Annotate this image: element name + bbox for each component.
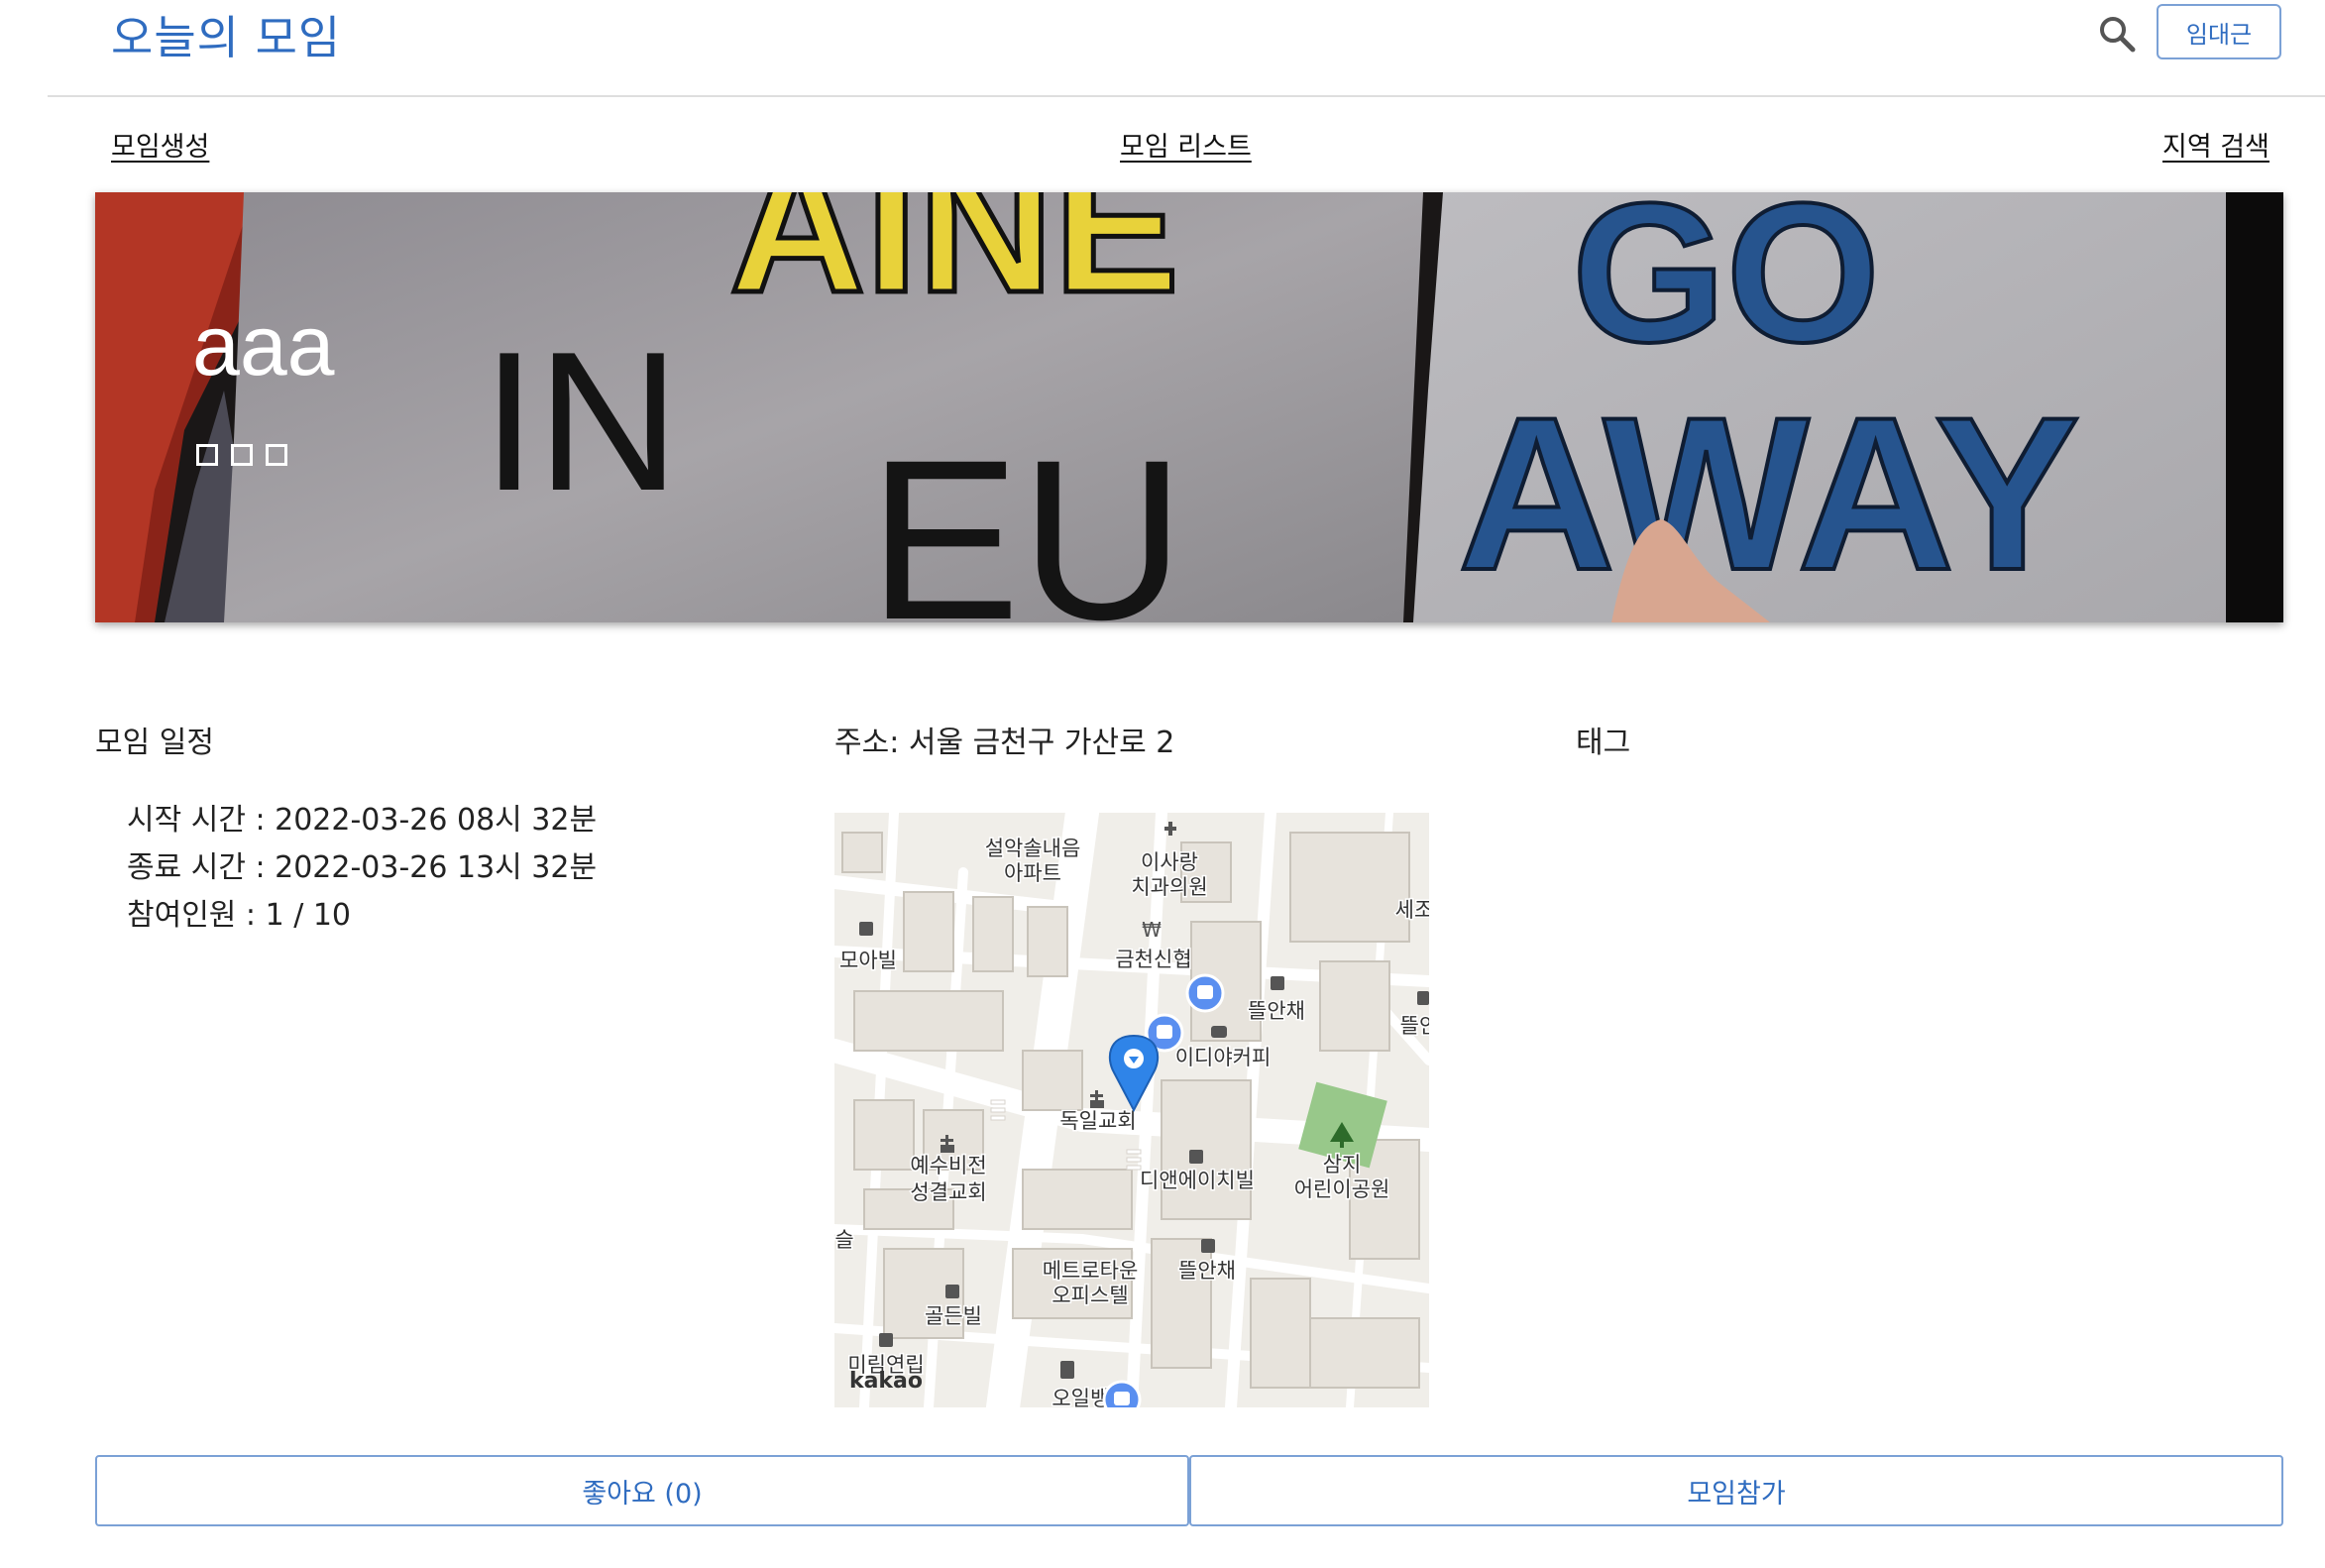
poi-ttul2[interactable]: 뜰안채: [1177, 1258, 1238, 1285]
bank-icon: ₩: [1142, 918, 1162, 942]
poi-ttul1[interactable]: 뜰안채: [1247, 998, 1307, 1025]
poi-samji[interactable]: 삼지: [1321, 1152, 1363, 1178]
building-icon: [879, 1333, 893, 1347]
map-brand-logo: kakao: [849, 1369, 923, 1394]
meeting-title: aaa: [192, 298, 335, 393]
building-icon: [1189, 1150, 1203, 1164]
building-icon: [945, 1285, 959, 1298]
poi-golden[interactable]: 골든빌: [924, 1303, 984, 1330]
banner-photo: AINE IN EU GO AWAY: [95, 192, 2283, 622]
poi-office[interactable]: 오피스텔: [1051, 1283, 1130, 1309]
user-menu-button[interactable]: 임대근: [2157, 4, 2281, 59]
sign-word-aine: AINE: [727, 192, 1182, 335]
poi-apart[interactable]: 아파트: [1003, 860, 1063, 887]
bus-stop-icon[interactable]: [1185, 973, 1225, 1013]
meeting-subtitle: [196, 444, 287, 466]
building-icon: [1271, 976, 1284, 990]
building-icon: [1201, 1239, 1215, 1253]
gas-station-icon: [1060, 1361, 1074, 1379]
app-title[interactable]: 오늘의 모임: [111, 2, 341, 67]
nav-region-search[interactable]: 지역 검색: [2162, 125, 2270, 164]
poi-moa[interactable]: 모아빌: [838, 948, 899, 974]
poi-dnh[interactable]: 디앤에이치빌: [1139, 1168, 1257, 1194]
tags-label: 태그: [1576, 726, 1631, 760]
svg-text:₩: ₩: [1142, 918, 1162, 942]
poi-seul[interactable]: 슬: [834, 1227, 855, 1254]
poi-holy[interactable]: 성결교회: [909, 1179, 988, 1206]
cafe-icon: [1211, 1026, 1227, 1038]
header-divider: [48, 95, 2325, 97]
meeting-banner: AINE IN EU GO AWAY aaa: [95, 192, 2283, 622]
poi-metro[interactable]: 메트로타운: [1041, 1258, 1140, 1285]
join-meeting-button[interactable]: 모임참가: [1189, 1455, 2283, 1526]
building-icon: [859, 922, 873, 936]
poi-ttul-edge[interactable]: 뜰안: [1398, 1013, 1429, 1040]
nav-create-meeting[interactable]: 모임생성: [111, 125, 209, 164]
poi-church[interactable]: 독일교회: [1058, 1108, 1138, 1135]
bus-stop-icon[interactable]: [1102, 1380, 1142, 1407]
missing-glyph-box: [231, 444, 253, 466]
schedule-details: 시작 시간 : 2022-03-26 08시 32분 종료 시간 : 2022-…: [127, 797, 597, 940]
top-header: 오늘의 모임 임대근: [0, 0, 2325, 97]
poi-sejo[interactable]: 세조: [1393, 897, 1429, 924]
missing-glyph-box: [196, 444, 218, 466]
nav-meeting-list[interactable]: 모임 리스트: [1120, 125, 1252, 164]
sign-word-away: AWAY: [1458, 372, 2080, 616]
sign-word-go: GO: [1572, 192, 1880, 384]
poi-ediya[interactable]: 이디야커피: [1173, 1045, 1273, 1071]
sign-word-eu: EU: [868, 412, 1185, 622]
start-time: 시작 시간 : 2022-03-26 08시 32분: [127, 803, 598, 838]
like-button[interactable]: 좋아요 (0): [95, 1455, 1189, 1526]
poi-yesu[interactable]: 예수비전: [909, 1153, 988, 1179]
building-icon: [1417, 991, 1429, 1005]
poi-park[interactable]: 어린이공원: [1292, 1176, 1391, 1203]
end-time: 종료 시간 : 2022-03-26 13시 32분: [127, 850, 598, 885]
poi-seolak[interactable]: 설악솔내음: [983, 836, 1082, 862]
poi-dental[interactable]: 치과의원: [1130, 874, 1209, 901]
address-text: 주소: 서울 금천구 가산로 2: [834, 726, 1175, 760]
participant-count: 참여인원 : 1 / 10: [127, 898, 352, 933]
poi-isarang[interactable]: 이사랑: [1140, 849, 1200, 876]
location-map[interactable]: 설악솔내음 아파트 이사랑 치과의원 모아빌 금천신협 세조 뜰안채 뜰안 이디…: [834, 813, 1429, 1407]
sign-word-in: IN: [482, 311, 680, 532]
svg-text:AINE: AINE: [729, 192, 1179, 332]
schedule-label: 모임 일정: [95, 726, 214, 760]
search-icon[interactable]: [2093, 8, 2143, 57]
missing-glyph-box: [266, 444, 287, 466]
poi-credit[interactable]: 금천신협: [1114, 947, 1193, 973]
